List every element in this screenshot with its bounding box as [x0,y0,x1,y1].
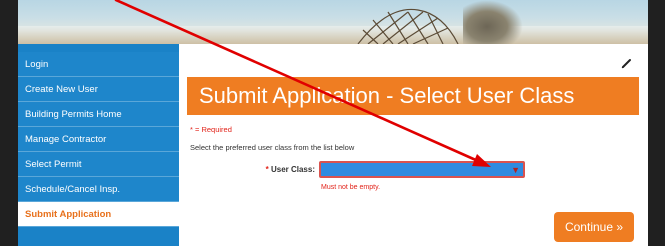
banner-surf [18,26,648,44]
continue-button[interactable]: Continue » [554,212,634,242]
main-content: Submit Application - Select User Class *… [179,44,648,246]
page-title: Submit Application - Select User Class [187,77,639,115]
banner-wooden-post [463,0,523,44]
instruction-text: Select the preferred user class from the… [190,143,355,152]
window-frame-right [648,0,665,246]
user-class-label: * User Class: [241,165,315,174]
sidebar-item-schedule-cancel-insp[interactable]: Schedule/Cancel Insp. [18,177,179,202]
sidebar-item-select-permit[interactable]: Select Permit [18,152,179,177]
sidebar-item-create-new-user[interactable]: Create New User [18,77,179,102]
sidebar-item-building-permits-home[interactable]: Building Permits Home [18,102,179,127]
header-banner-image [18,0,648,44]
sidebar-item-login[interactable]: Login [18,52,179,77]
sidebar-top-gap [18,44,179,52]
sidebar-item-manage-contractor[interactable]: Manage Contractor [18,127,179,152]
required-note: * = Required [190,125,232,134]
sidebar-nav: Login Create New User Building Permits H… [18,44,179,246]
user-class-error: Must not be empty. [321,184,381,191]
window-frame-left [0,0,18,246]
sidebar-item-submit-application[interactable]: Submit Application [18,202,179,227]
pencil-icon[interactable] [620,56,634,70]
user-class-select[interactable]: ▼ [319,161,525,178]
user-class-label-text: User Class: [270,165,315,174]
banner-fishing-net [357,8,459,44]
required-star: * [265,165,269,174]
chevron-down-icon[interactable]: ▼ [511,165,520,175]
